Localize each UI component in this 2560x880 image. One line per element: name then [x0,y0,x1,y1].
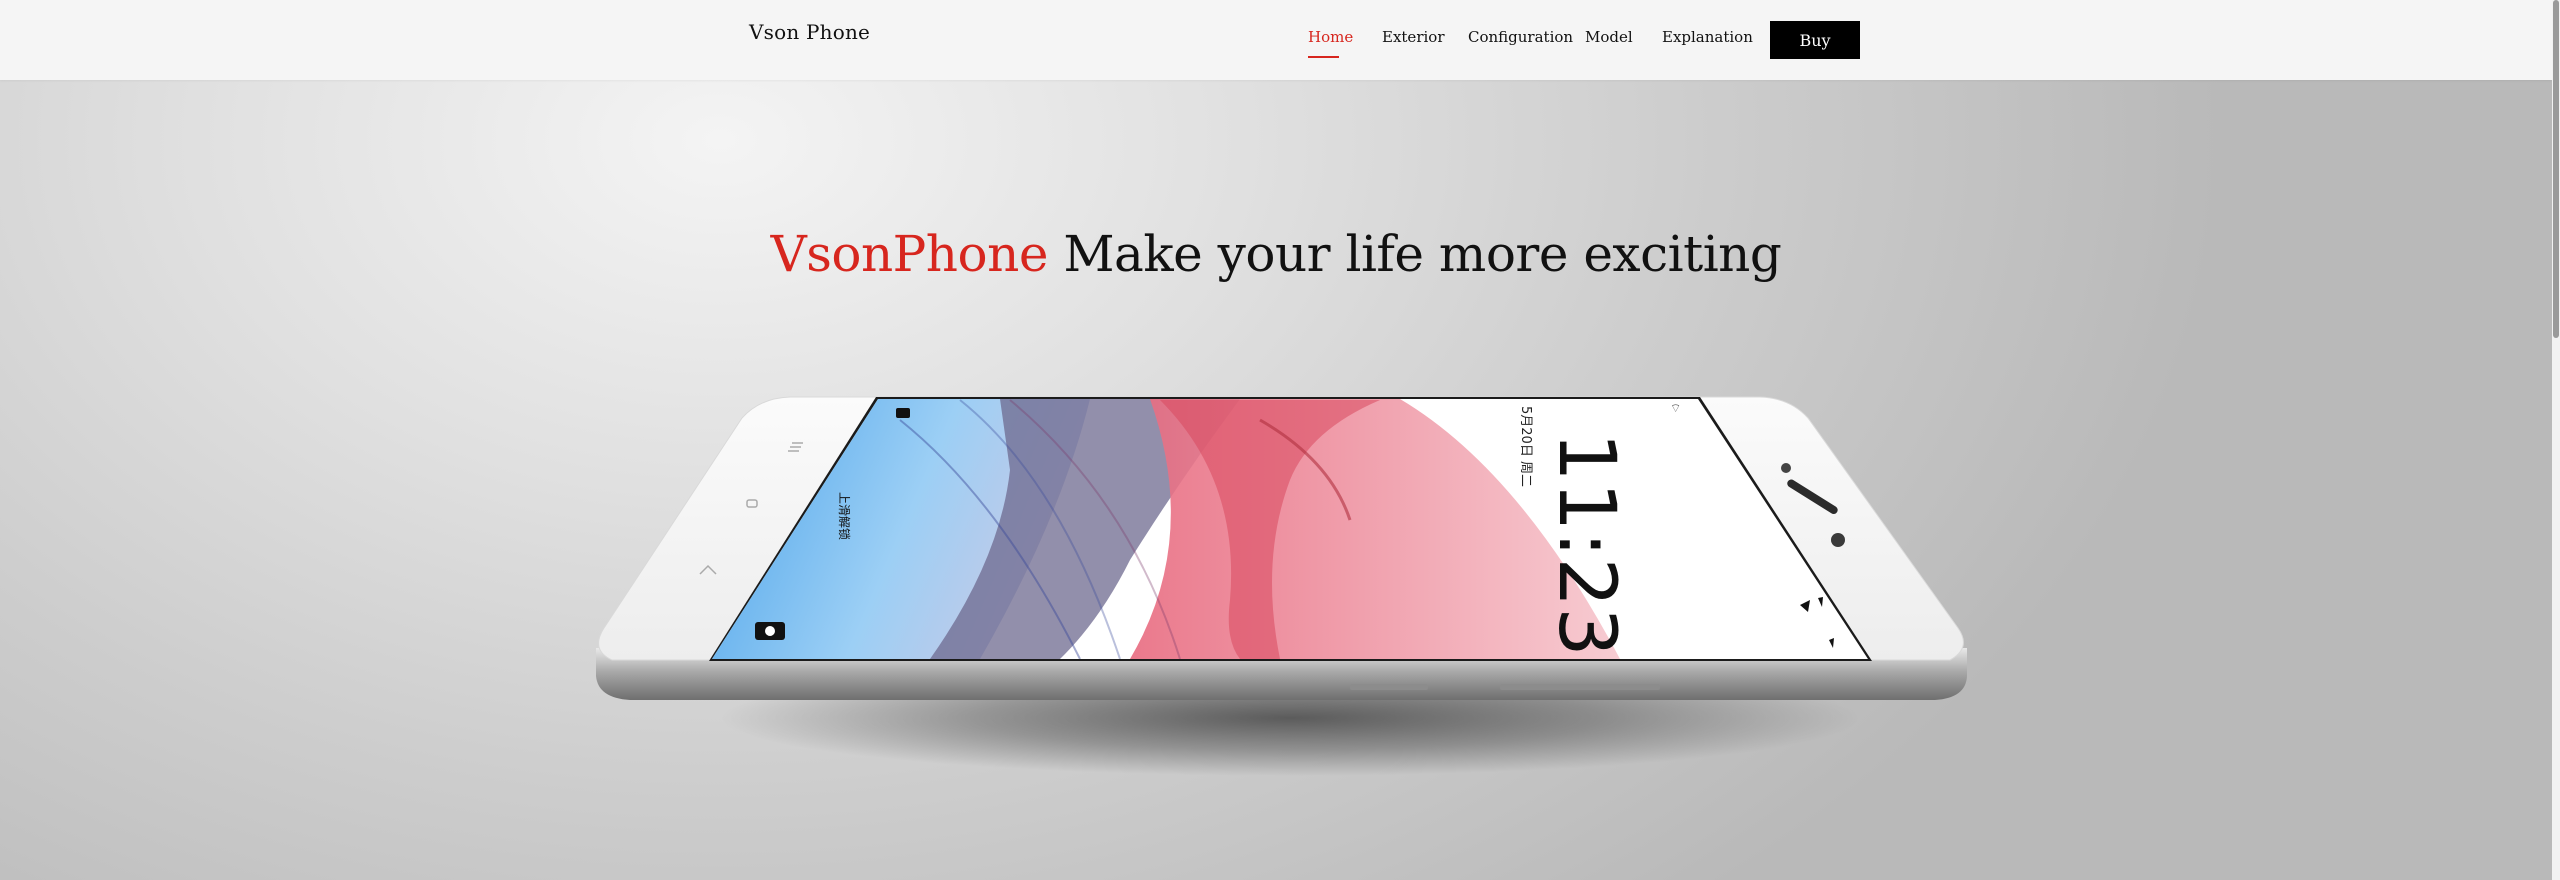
landing-page: Vson Phone Home Exterior Configuration M… [0,0,2560,880]
status-icons: ⌔ [1670,401,1681,415]
front-sensor [1781,463,1791,473]
camera-shortcut-icon [896,408,910,418]
hero-phone-image: 11:23 5月20日 周二 上滑解锁 ⌔ [0,0,2560,880]
front-camera [1831,533,1845,547]
lockscreen-swipe-hint: 上滑解锁 [837,492,852,540]
scrollbar-thumb[interactable] [2553,0,2559,338]
phone-illustration: 11:23 5月20日 周二 上滑解锁 ⌔ [596,396,1967,776]
camera-icon [755,622,785,640]
lockscreen-time: 11:23 [1541,432,1631,657]
lockscreen-date: 5月20日 周二 [1518,406,1533,487]
